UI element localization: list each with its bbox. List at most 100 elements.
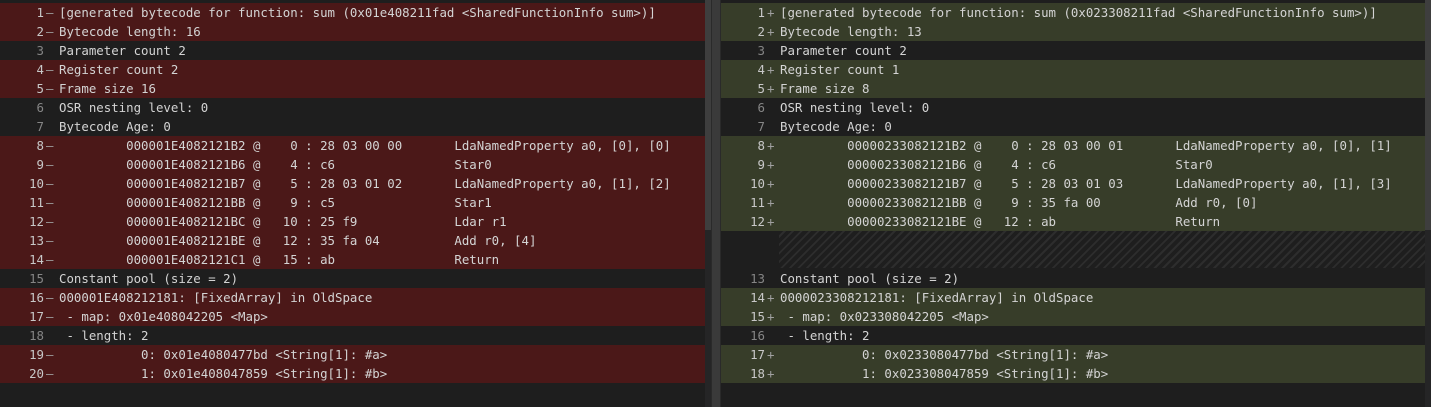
left-code-line[interactable]: 16— 000001E408212181: [FixedArray] in Old… — [0, 288, 705, 307]
left-code-line[interactable]: 14— 000001E4082121C1 @ 15 : ab Return — [0, 250, 705, 269]
removed-marker: — — [46, 62, 54, 77]
line-number: 8 — [757, 138, 765, 153]
left-code-line[interactable]: 9— 000001E4082121B6 @ 4 : c6 Star0 — [0, 155, 705, 174]
line-text: 00000233082121B7 @ 5 : 28 03 01 03 LdaNa… — [780, 176, 1392, 191]
line-text: Parameter count 2 — [780, 43, 907, 58]
line-text: 00000233082121BE @ 12 : ab Return — [780, 214, 1221, 229]
diff-editor: 1— [generated bytecode for function: sum … — [0, 0, 1431, 407]
modified-pane[interactable]: 1 + [generated bytecode for function: sum … — [721, 0, 1431, 407]
left-code-line[interactable]: 12— 000001E4082121BC @ 10 : 25 f9 Ldar r… — [0, 212, 705, 231]
right-code-line[interactable]: 2 + Bytecode length: 13 — [721, 22, 1425, 41]
right-code-line[interactable]: 14 +0000023308212181: [FixedArray] in Old… — [721, 288, 1425, 307]
line-number: 4 — [757, 62, 765, 77]
line-number: 3 — [757, 43, 765, 58]
line-text: 0: 0x01e4080477bd <String[1]: #a> — [59, 347, 388, 362]
added-marker: + — [767, 309, 775, 324]
added-marker: + — [767, 24, 775, 39]
removed-marker: — — [46, 347, 54, 362]
line-number: 5 — [36, 81, 44, 96]
removed-marker: — — [46, 366, 54, 381]
removed-marker: — — [46, 138, 54, 153]
right-code-line[interactable]: 5 + Frame size 8 — [721, 79, 1425, 98]
left-code-line[interactable]: 4— Register count 2 — [0, 60, 705, 79]
line-number: 10 — [29, 176, 44, 191]
line-number: 2 — [36, 24, 44, 39]
right-code-line[interactable]: 18 + 1: 0x023308047859 <String[1]: #b> — [721, 364, 1425, 383]
added-marker: + — [767, 290, 775, 305]
line-text: 000001E4082121B6 @ 4 : c6 Star0 — [59, 157, 492, 172]
removed-marker: — — [46, 233, 54, 248]
right-code-line[interactable]: 1 + [generated bytecode for function: sum … — [721, 3, 1425, 22]
right-code-line[interactable]: 3 Parameter count 2 — [721, 41, 1425, 60]
line-text: Register count 2 — [59, 62, 179, 77]
line-number: 4 — [36, 62, 44, 77]
line-number: 15 — [750, 309, 765, 324]
line-number: 5 — [757, 81, 765, 96]
added-marker: + — [767, 176, 775, 191]
line-text: 1: 0x023308047859 <String[1]: #b> — [780, 366, 1109, 381]
pane-divider[interactable] — [711, 0, 721, 407]
diff-filler — [779, 230, 1425, 268]
left-code-line[interactable]: 3 Parameter count 2 — [0, 41, 705, 60]
right-code-line[interactable]: 6 OSR nesting level: 0 — [721, 98, 1425, 117]
left-code-line[interactable]: 7 Bytecode Age: 0 — [0, 117, 705, 136]
line-number: 18 — [750, 366, 765, 381]
left-code-line[interactable]: 10— 000001E4082121B7 @ 5 : 28 03 01 02 L… — [0, 174, 705, 193]
right-code-line[interactable]: 11 + 00000233082121BB @ 9 : 35 fa 00 Add … — [721, 193, 1425, 212]
left-code-line[interactable]: 8— 000001E4082121B2 @ 0 : 28 03 00 00 Ld… — [0, 136, 705, 155]
line-number: 8 — [36, 138, 44, 153]
line-number: 11 — [29, 195, 44, 210]
right-code-line[interactable]: 15 + - map: 0x023308042205 <Map> — [721, 307, 1425, 326]
original-pane[interactable]: 1— [generated bytecode for function: sum … — [0, 0, 711, 407]
removed-marker: — — [46, 195, 54, 210]
line-text: Frame size 16 — [59, 81, 156, 96]
left-code-line[interactable]: 19— 0: 0x01e4080477bd <String[1]: #a> — [0, 345, 705, 364]
right-code-line[interactable]: 9 + 00000233082121B6 @ 4 : c6 Star0 — [721, 155, 1425, 174]
right-scrollbar-thumb[interactable] — [1425, 0, 1431, 230]
left-code-line[interactable]: 1— [generated bytecode for function: sum … — [0, 3, 705, 22]
right-code-line[interactable]: 12 + 00000233082121BE @ 12 : ab Return — [721, 212, 1425, 231]
left-code-line[interactable]: 5— Frame size 16 — [0, 79, 705, 98]
line-number: 18 — [29, 328, 44, 343]
removed-marker: — — [46, 290, 54, 305]
left-code-line[interactable]: 2— Bytecode length: 16 — [0, 22, 705, 41]
left-code-line[interactable]: 17— - map: 0x01e408042205 <Map> — [0, 307, 705, 326]
line-text: Bytecode Age: 0 — [780, 119, 892, 134]
divider-handle[interactable] — [712, 0, 720, 407]
left-code-line[interactable]: 11— 000001E4082121BB @ 9 : c5 Star1 — [0, 193, 705, 212]
line-number: 6 — [757, 100, 765, 115]
line-text: - length: 2 — [59, 328, 149, 343]
line-number: 20 — [29, 366, 44, 381]
line-number: 11 — [750, 195, 765, 210]
left-code-line[interactable]: 13— 000001E4082121BE @ 12 : 35 fa 04 Add… — [0, 231, 705, 250]
removed-marker: — — [46, 157, 54, 172]
added-marker: + — [767, 81, 775, 96]
line-number: 2 — [757, 24, 765, 39]
line-number: 6 — [36, 100, 44, 115]
line-text: Frame size 8 — [780, 81, 870, 96]
right-scrollbar[interactable] — [1425, 0, 1431, 407]
left-code-line[interactable]: 18 - length: 2 — [0, 326, 705, 345]
line-text: - map: 0x023308042205 <Map> — [780, 309, 989, 324]
right-code-line[interactable]: 17 + 0: 0x0233080477bd <String[1]: #a> — [721, 345, 1425, 364]
right-code-line[interactable]: 13 Constant pool (size = 2) — [721, 269, 1425, 288]
line-text: 00000233082121B6 @ 4 : c6 Star0 — [780, 157, 1213, 172]
right-code-line[interactable]: 8 + 00000233082121B2 @ 0 : 28 03 00 01 Ld… — [721, 136, 1425, 155]
left-code-line[interactable]: 20— 1: 0x01e408047859 <String[1]: #b> — [0, 364, 705, 383]
added-marker: + — [767, 62, 775, 77]
right-code-line[interactable]: 7 Bytecode Age: 0 — [721, 117, 1425, 136]
right-code-line[interactable]: 4 + Register count 1 — [721, 60, 1425, 79]
right-code-line[interactable]: 10 + 00000233082121B7 @ 5 : 28 03 01 03 L… — [721, 174, 1425, 193]
line-text: Constant pool (size = 2) — [59, 271, 239, 286]
left-code-line[interactable]: 6 OSR nesting level: 0 — [0, 98, 705, 117]
right-code-line[interactable]: 16 - length: 2 — [721, 326, 1425, 345]
line-number: 17 — [750, 347, 765, 362]
removed-marker: — — [46, 252, 54, 267]
line-text: Bytecode Age: 0 — [59, 119, 171, 134]
line-text: 000001E4082121BC @ 10 : 25 f9 Ldar r1 — [59, 214, 507, 229]
line-text: Parameter count 2 — [59, 43, 186, 58]
removed-marker: — — [46, 176, 54, 191]
left-code-line[interactable]: 15 Constant pool (size = 2) — [0, 269, 705, 288]
line-text: 1: 0x01e408047859 <String[1]: #b> — [59, 366, 388, 381]
line-number: 3 — [36, 43, 44, 58]
